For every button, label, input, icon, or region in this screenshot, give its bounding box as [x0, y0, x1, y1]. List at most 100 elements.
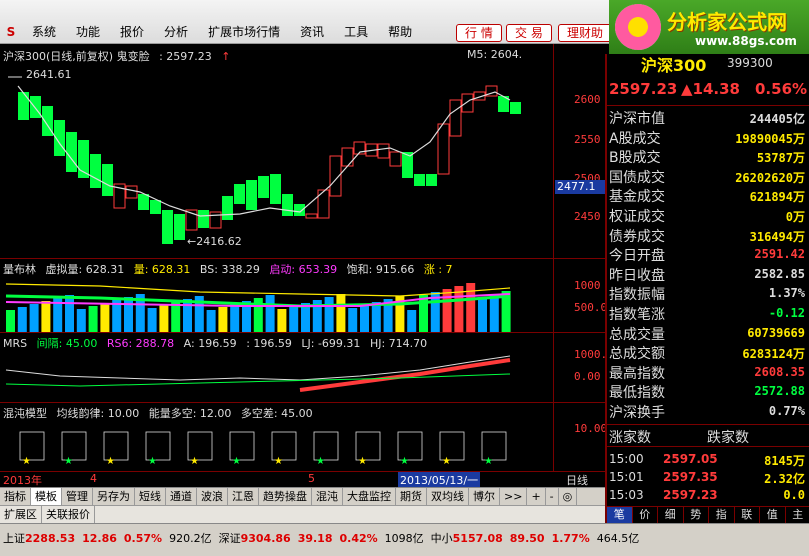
tab-manage[interactable]: 管理	[62, 488, 93, 505]
brand-url: www.88gs.com	[695, 34, 797, 48]
volume-bar	[230, 304, 240, 332]
y-tick: 2450	[574, 210, 601, 223]
zx-price: 5157.08	[452, 532, 503, 545]
main-chart-value: : 2597.23	[159, 50, 212, 63]
y-tick: 10.00	[574, 422, 608, 435]
volume-bar	[489, 294, 499, 332]
panel2-item: 启动: 653.39	[269, 263, 338, 276]
volume-bar	[100, 303, 110, 332]
quote-row-label: 最高指数	[609, 365, 665, 382]
menu-item-system[interactable]: 系统	[22, 22, 66, 42]
quote-row-value: 0万	[785, 210, 805, 224]
menu-item-help[interactable]: 帮助	[378, 22, 422, 42]
menu-items: S 系统 功能 报价 分析 扩展市场行情 资讯 工具 帮助	[0, 22, 422, 42]
ma5-label: M5: 2604.	[467, 48, 523, 61]
tick-volume: 2.32亿	[764, 472, 805, 486]
tab-wave[interactable]: 波浪	[197, 488, 228, 505]
tab-market-monitor[interactable]: 大盘监控	[343, 488, 396, 505]
quote-price: 2597.23	[609, 80, 678, 98]
chaos-marker: ★	[316, 456, 325, 467]
candle-up	[209, 211, 222, 229]
menu-item-quote[interactable]: 报价	[110, 22, 154, 42]
chaos-marker: ★	[64, 456, 73, 467]
tab-related-quote[interactable]: 关联报价	[42, 506, 95, 523]
zoom-out-button[interactable]: -	[546, 488, 559, 505]
tab-save-as[interactable]: 另存为	[93, 488, 135, 505]
tab-gann[interactable]: 江恩	[228, 488, 259, 505]
volume-upper-band	[5, 283, 511, 297]
tab-trend[interactable]: 势	[684, 507, 709, 523]
quote-row-label: 昨日收盘	[609, 267, 665, 284]
date-bar: 2013年 4 5 2013/05/13/一 日线	[0, 471, 605, 488]
panel4-item: 均线韵律: 10.00	[56, 407, 140, 420]
market-button[interactable]: 行 情	[456, 24, 502, 42]
tab-indicator[interactable]: 指标	[0, 488, 31, 505]
tick-price: 2597.35	[663, 470, 718, 484]
panel2-y-axis: 1000 500.00	[553, 258, 614, 332]
tab-detail[interactable]: 细	[658, 507, 684, 523]
tab-chaos[interactable]: 混沌	[312, 488, 343, 505]
tab-main[interactable]: 主	[786, 507, 809, 523]
volume-bar	[407, 310, 417, 332]
candle-down	[18, 92, 29, 120]
candle-down	[150, 200, 161, 214]
volume-bar	[371, 302, 381, 332]
quote-row-value: 60739669	[747, 325, 805, 340]
tab-futures[interactable]: 期货	[396, 488, 427, 505]
tab-trend[interactable]: 趋势操盘	[259, 488, 312, 505]
tab-price[interactable]: 价	[633, 507, 658, 523]
menu-item-news[interactable]: 资讯	[290, 22, 334, 42]
candle-down	[282, 194, 293, 216]
period-label[interactable]: 日线	[566, 472, 588, 488]
tab-short[interactable]: 短线	[135, 488, 166, 505]
date-label-year: 2013年	[3, 474, 42, 487]
index-name: 沪深300	[641, 56, 707, 75]
tab-index[interactable]: 指	[709, 507, 735, 523]
menu-item-function[interactable]: 功能	[66, 22, 110, 42]
tab-double-ma[interactable]: 双均线	[427, 488, 469, 505]
tab-template[interactable]: 模板	[31, 488, 62, 505]
zx-percent: 1.77%	[551, 532, 590, 545]
menu-item-tools[interactable]: 工具	[334, 22, 378, 42]
tab-value[interactable]: 值	[760, 507, 786, 523]
tab-more[interactable]: >>	[500, 488, 528, 505]
tab-channel[interactable]: 通道	[166, 488, 197, 505]
tab-extension[interactable]: 扩展区	[0, 506, 42, 523]
tab-related[interactable]: 联	[735, 507, 760, 523]
zx-label: 中小	[430, 532, 453, 545]
quote-row-value: 621894万	[749, 190, 805, 205]
mrs-signal	[5, 373, 511, 387]
volume-bar	[289, 306, 299, 332]
chaos-marker: ★	[358, 456, 367, 467]
menu-item-ext-market[interactable]: 扩展市场行情	[198, 22, 290, 42]
volume-bar	[88, 306, 98, 332]
indicator-tabs: 指标 模板 管理 另存为 短线 通道 波浪 江恩 趋势操盘 混沌 大盘监控 期货…	[0, 487, 605, 505]
volume-bar	[218, 307, 228, 332]
main-chart-title: 沪深300(日线,前复权) 鬼变脸	[3, 50, 150, 63]
panel2-item: 量: 628.31	[133, 263, 191, 276]
tick-time: 15:01	[609, 470, 644, 484]
quote-row: 昨日收盘 2582.85	[609, 265, 805, 284]
quote-row: 权证成交 0万	[609, 206, 805, 225]
volume-bar	[419, 295, 428, 332]
quote-row-label: 最低指数	[609, 385, 665, 402]
volume-bar	[65, 295, 74, 332]
candle-down	[162, 210, 173, 244]
tick-price: 2597.23	[663, 488, 718, 502]
finance-button[interactable]: 理财助	[558, 24, 613, 42]
panel3-title-row: MRS 间隔: 45.00 RS6: 288.78 A: 196.59 : 19…	[3, 335, 433, 351]
tick-volume: 0.0	[783, 488, 805, 502]
tab-boll[interactable]: 博尔	[469, 488, 500, 505]
zoom-in-button[interactable]: +	[527, 488, 546, 505]
chart-area[interactable]: ★ ★ ★ ★ ★ ★ ★ ★ ★ ★ ★ ★ 沪深300(日线,前复权) 鬼变脸 : 2597.23…	[0, 44, 620, 489]
trade-button[interactable]: 交 易	[506, 24, 552, 42]
candle-down	[66, 132, 77, 172]
main-chart-title-row: 沪深300(日线,前复权) 鬼变脸 : 2597.23 ↑	[3, 48, 237, 64]
panel2-item: 饱和: 915.66	[346, 263, 415, 276]
volume-bar	[277, 309, 287, 332]
menu-item-analysis[interactable]: 分析	[154, 22, 198, 42]
tab-trade[interactable]: 笔	[607, 507, 633, 523]
chaos-marker: ★	[400, 456, 409, 467]
quote-row: 指数振幅 1.37%	[609, 284, 805, 303]
target-icon[interactable]: ◎	[559, 488, 578, 505]
